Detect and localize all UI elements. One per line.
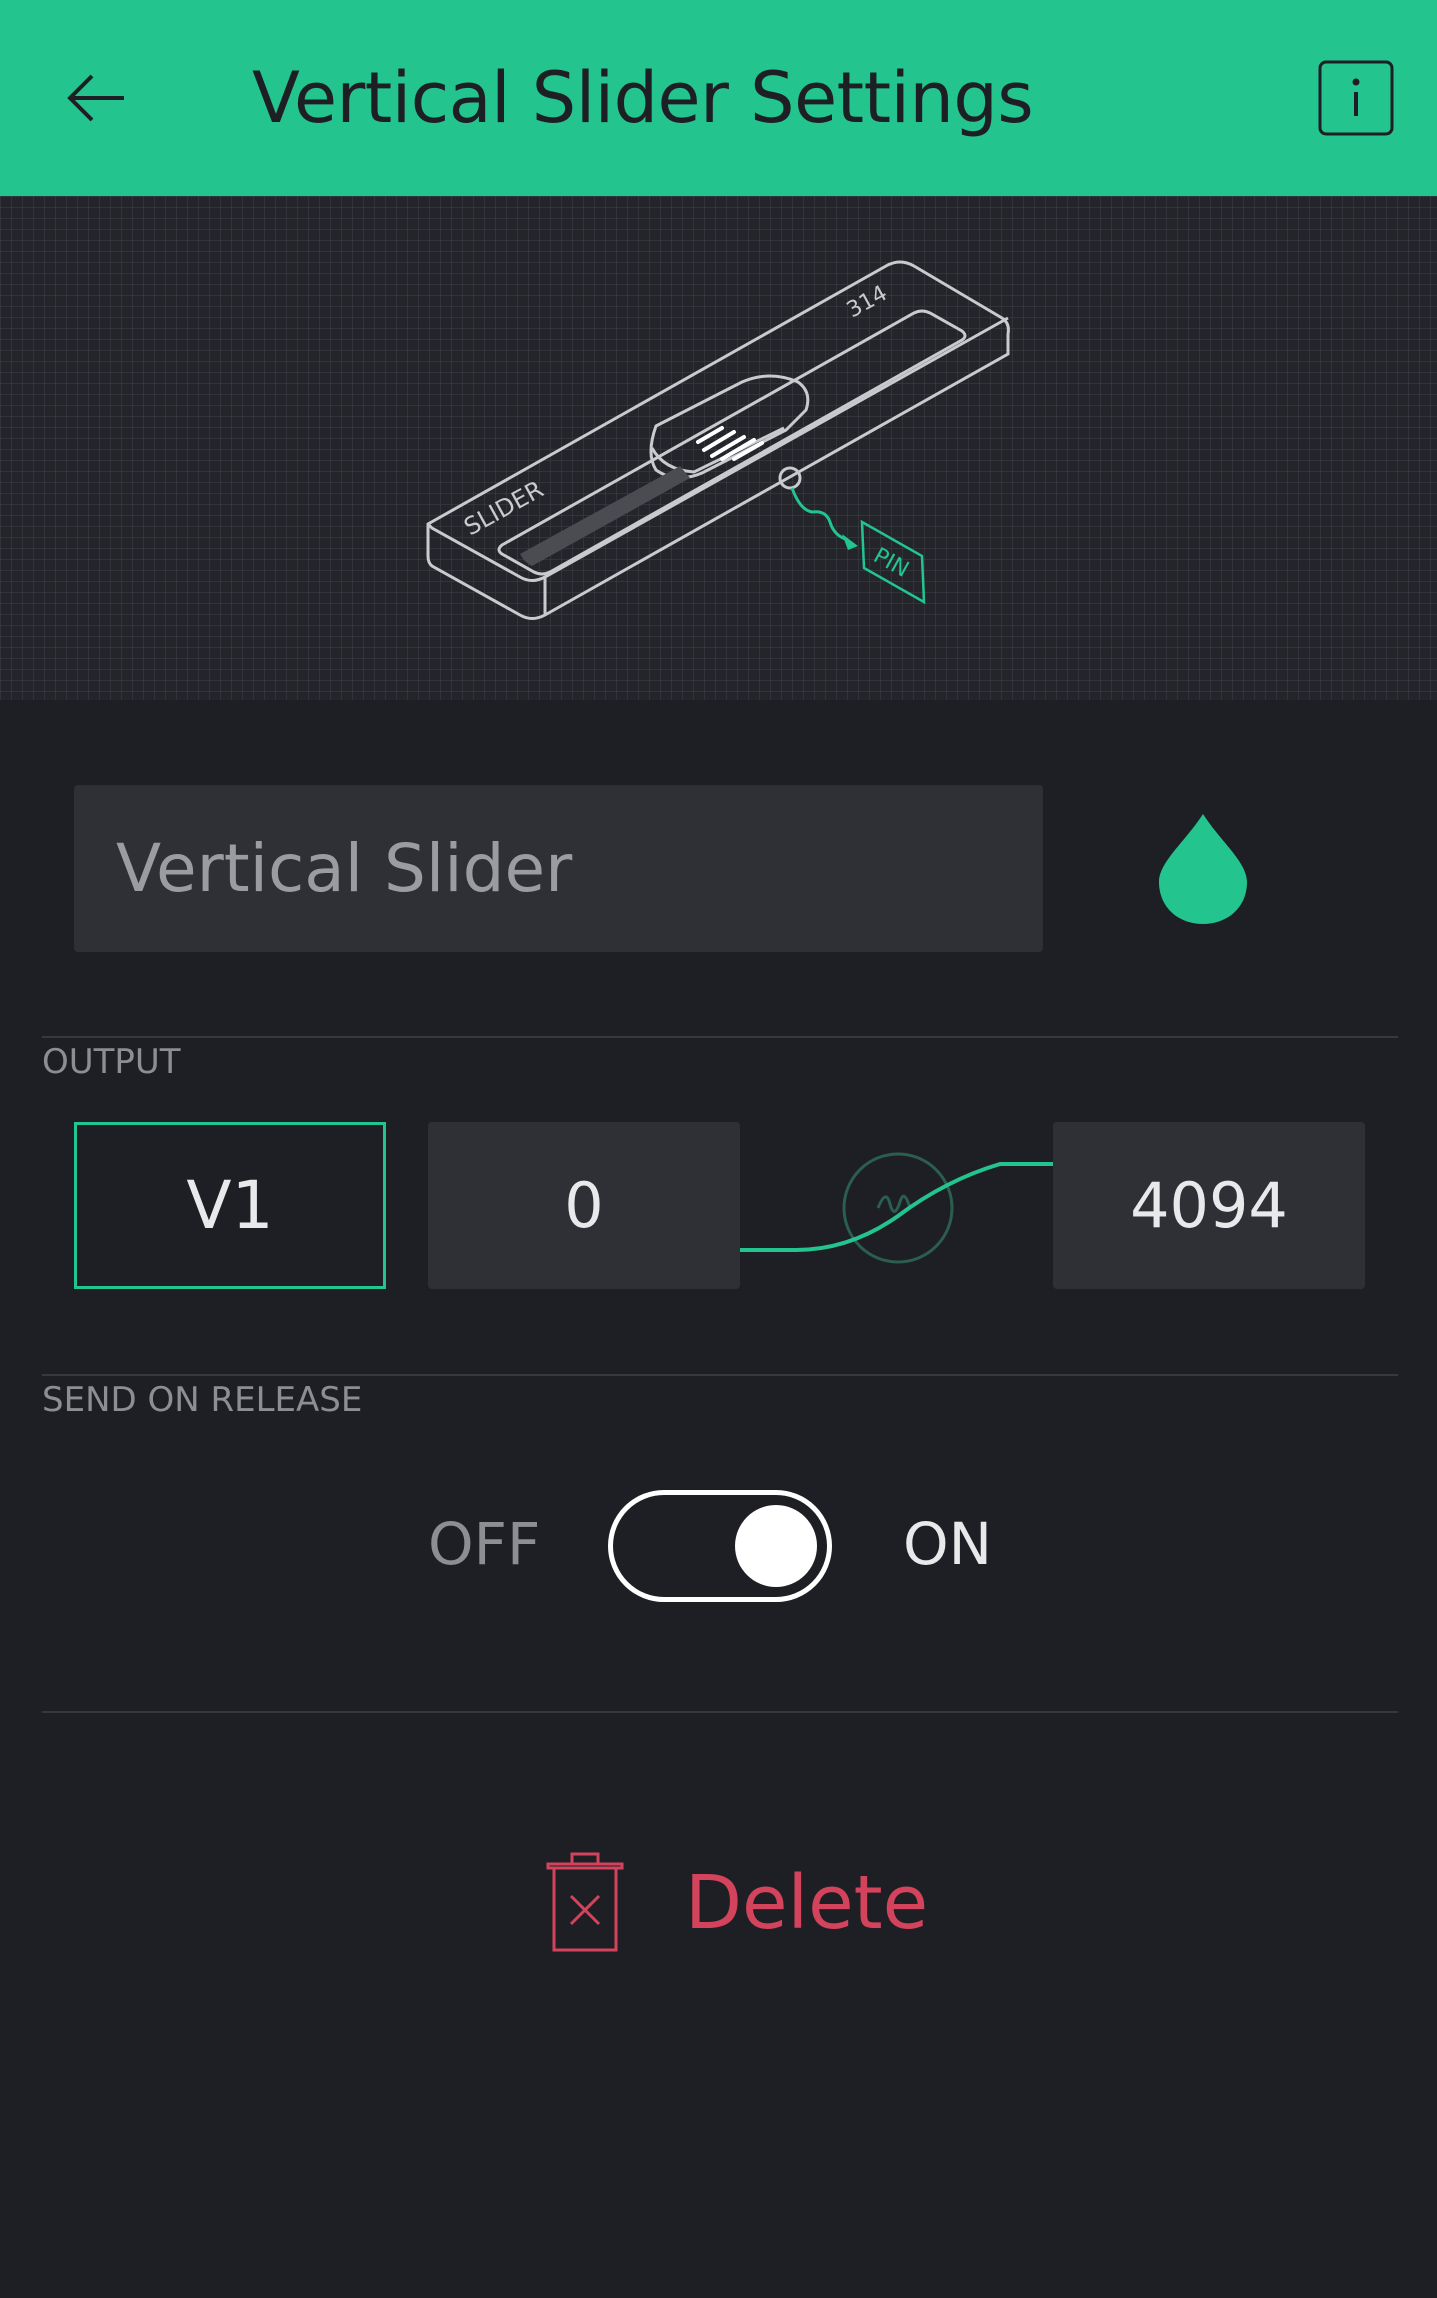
info-icon xyxy=(1318,60,1394,136)
send-on-release-toggle-row: OFF ON xyxy=(0,1480,1437,1610)
min-value-input[interactable]: 0 xyxy=(428,1122,740,1289)
info-button[interactable] xyxy=(1318,60,1394,136)
settings-page: Vertical Slider Settings SLIDER 314 PIN … xyxy=(0,0,1437,2298)
divider xyxy=(42,1711,1398,1713)
back-button[interactable] xyxy=(58,58,138,138)
divider xyxy=(42,1374,1398,1376)
arrow-left-icon xyxy=(67,74,124,122)
slider-label-text: SLIDER xyxy=(459,475,548,541)
app-header: Vertical Slider Settings xyxy=(0,0,1437,196)
pin-selector[interactable]: V1 xyxy=(74,1122,386,1289)
output-section-label: OUTPUT xyxy=(42,1042,181,1082)
send-on-release-label: SEND ON RELEASE xyxy=(42,1380,363,1420)
send-on-release-switch[interactable] xyxy=(608,1490,832,1602)
trash-icon xyxy=(546,1852,624,1952)
widget-name-input[interactable] xyxy=(74,785,1043,952)
toggle-on-label: ON xyxy=(903,1510,993,1578)
mapping-curve xyxy=(740,1152,1054,1264)
divider xyxy=(42,1036,1398,1038)
max-value-input[interactable]: 4094 xyxy=(1053,1122,1365,1289)
toggle-off-label: OFF xyxy=(428,1510,541,1578)
delete-button[interactable]: Delete xyxy=(540,1850,940,1970)
droplet-icon xyxy=(1159,814,1247,924)
widget-preview: SLIDER 314 PIN xyxy=(0,196,1437,700)
pin-label-text: PIN xyxy=(869,543,913,582)
page-title: Vertical Slider Settings xyxy=(252,57,1034,139)
slider-illustration: SLIDER 314 PIN xyxy=(426,260,1010,620)
switch-knob xyxy=(735,1505,817,1587)
color-picker-button[interactable] xyxy=(1155,810,1251,928)
delete-label: Delete xyxy=(685,1860,929,1946)
